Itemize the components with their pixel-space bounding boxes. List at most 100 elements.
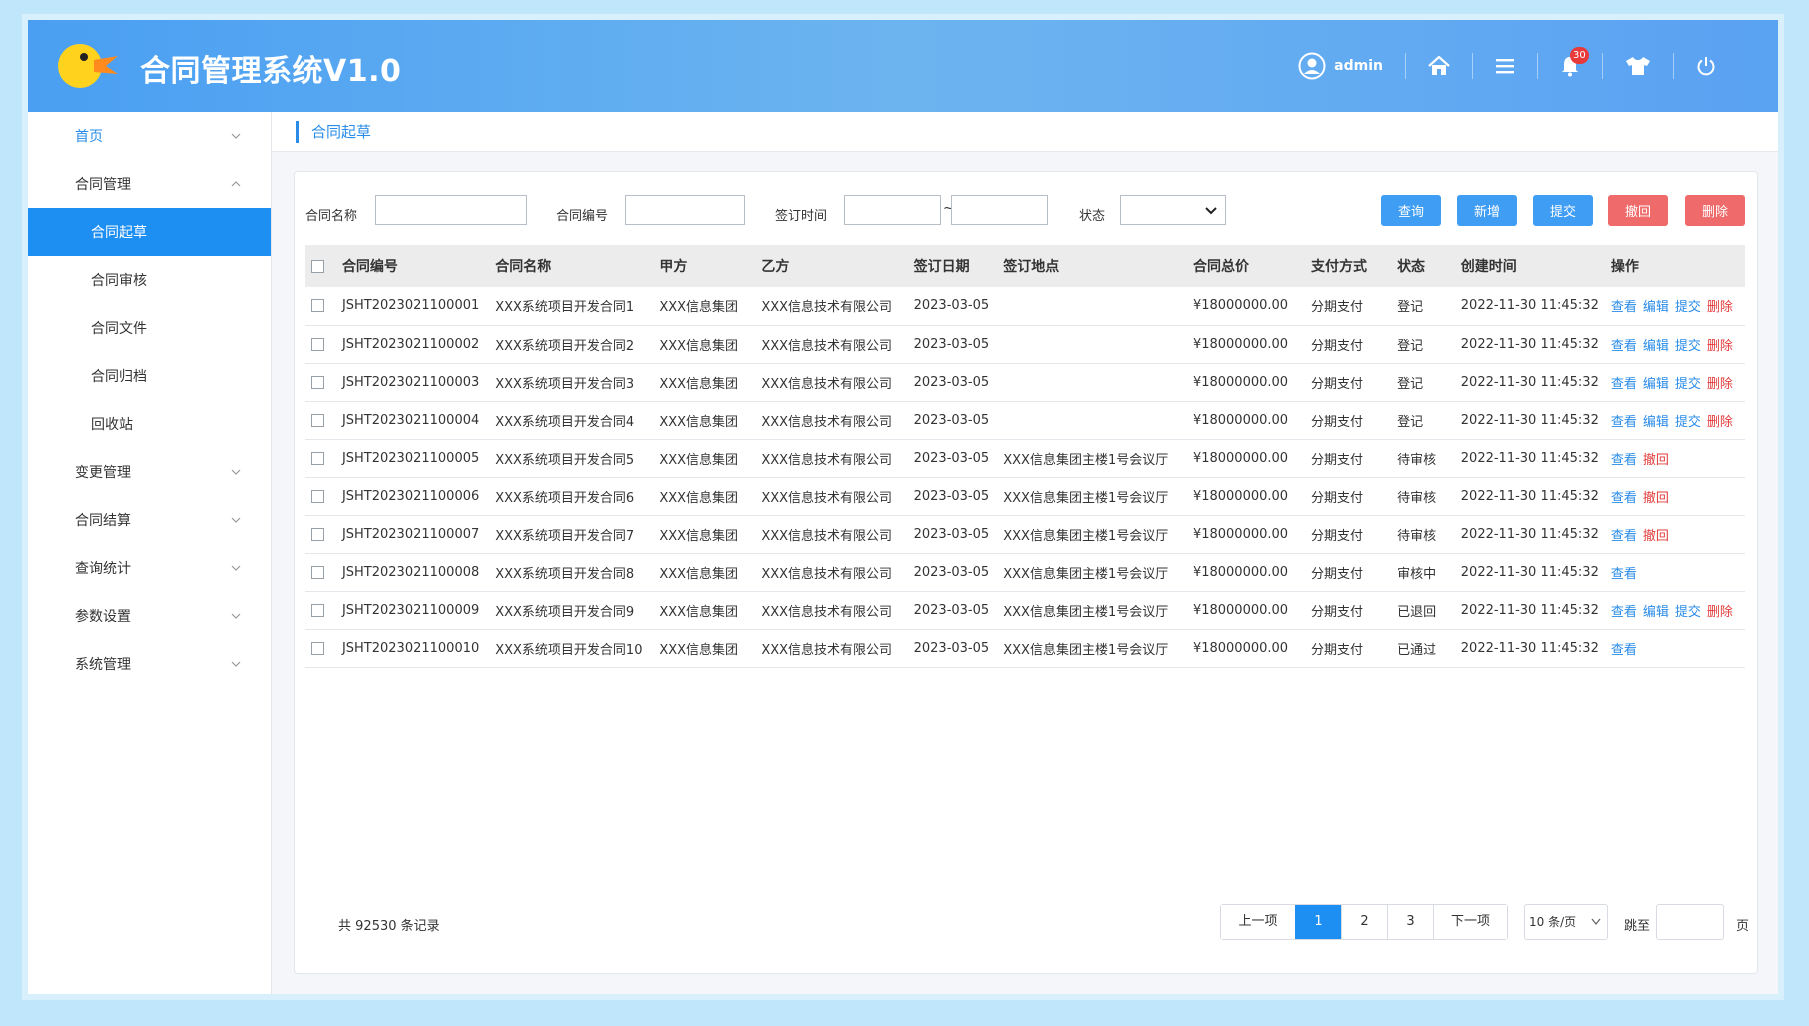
next-page-button[interactable]: 下一项 xyxy=(1433,905,1507,939)
row-revoke-link[interactable]: 撤回 xyxy=(1643,453,1669,468)
revoke-button[interactable]: 撤回 xyxy=(1608,195,1668,226)
jump-page-input[interactable] xyxy=(1656,904,1724,940)
sidebar-item-contract-archive[interactable]: 合同归档 xyxy=(28,352,271,400)
sidebar-item-home[interactable]: 首页 xyxy=(28,112,271,160)
table-row[interactable]: JSHT2023021100005 XXX系统项目开发合同5 XXX信息集团 XXX信… xyxy=(305,439,1745,478)
col-header-created[interactable]: 创建时间 xyxy=(1454,245,1605,287)
cell-created: 2022-11-30 11:45:32 xyxy=(1454,591,1605,630)
delete-button[interactable]: 删除 xyxy=(1685,195,1745,226)
logout-button[interactable] xyxy=(1673,53,1738,79)
col-header-code[interactable]: 合同编号 xyxy=(335,245,490,287)
table-row[interactable]: JSHT2023021100001 XXX系统项目开发合同1 XXX信息集团 XXX信… xyxy=(305,287,1745,326)
sidebar-item-system[interactable]: 系统管理 xyxy=(28,640,271,688)
table-row[interactable]: JSHT2023021100002 XXX系统项目开发合同2 XXX信息集团 XXX信… xyxy=(305,325,1745,364)
row-edit-link[interactable]: 编辑 xyxy=(1643,300,1669,315)
sidebar-item-contract-review[interactable]: 合同审核 xyxy=(28,256,271,304)
row-checkbox[interactable] xyxy=(311,299,324,313)
contract-code-input[interactable] xyxy=(625,195,745,225)
row-revoke-link[interactable]: 撤回 xyxy=(1643,491,1669,506)
cell-name: XXX系统项目开发合同3 xyxy=(489,363,654,402)
table-row[interactable]: JSHT2023021100004 XXX系统项目开发合同4 XXX信息集团 XXX信… xyxy=(305,401,1745,440)
page-button-1[interactable]: 1 xyxy=(1295,905,1341,939)
row-delete-link[interactable]: 删除 xyxy=(1707,415,1733,430)
query-button[interactable]: 查询 xyxy=(1381,195,1441,226)
row-checkbox[interactable] xyxy=(311,641,324,655)
sidebar-item-statistics[interactable]: 查询统计 xyxy=(28,544,271,592)
submit-button[interactable]: 提交 xyxy=(1533,195,1593,226)
row-checkbox[interactable] xyxy=(311,337,324,351)
row-view-link[interactable]: 查看 xyxy=(1611,377,1637,392)
row-view-link[interactable]: 查看 xyxy=(1611,491,1637,506)
home-button[interactable] xyxy=(1405,53,1472,79)
sign-date-start-input[interactable] xyxy=(844,195,941,225)
user-menu[interactable]: admin xyxy=(1298,52,1405,80)
row-checkbox[interactable] xyxy=(311,603,324,617)
notification-button[interactable]: 30 xyxy=(1537,47,1602,79)
cell-actions: 查看 编辑 提交 删除 xyxy=(1604,325,1745,364)
row-edit-link[interactable]: 编辑 xyxy=(1643,415,1669,430)
row-checkbox[interactable] xyxy=(311,413,324,427)
skin-button[interactable] xyxy=(1602,53,1673,79)
col-header-sign-place[interactable]: 签订地点 xyxy=(997,245,1187,287)
cell-price: ¥18000000.00 xyxy=(1186,287,1305,326)
sidebar-item-contract-files[interactable]: 合同文件 xyxy=(28,304,271,352)
row-revoke-link[interactable]: 撤回 xyxy=(1643,529,1669,544)
col-header-status[interactable]: 状态 xyxy=(1391,245,1455,287)
col-header-party-b[interactable]: 乙方 xyxy=(755,245,908,287)
breadcrumb-bar: 合同起草 xyxy=(272,112,1778,152)
row-submit-link[interactable]: 提交 xyxy=(1675,415,1701,430)
table-row[interactable]: JSHT2023021100007 XXX系统项目开发合同7 XXX信息集团 XXX信… xyxy=(305,515,1745,554)
row-view-link[interactable]: 查看 xyxy=(1611,300,1637,315)
row-delete-link[interactable]: 删除 xyxy=(1707,300,1733,315)
prev-page-button[interactable]: 上一项 xyxy=(1221,905,1295,939)
row-checkbox[interactable] xyxy=(311,489,324,503)
sidebar-item-parameters[interactable]: 参数设置 xyxy=(28,592,271,640)
sidebar-item-contract-draft[interactable]: 合同起草 xyxy=(28,208,271,256)
select-all-checkbox[interactable] xyxy=(311,259,324,273)
table-row[interactable]: JSHT2023021100010 XXX系统项目开发合同10 XXX信息集团 XXX… xyxy=(305,629,1745,668)
row-view-link[interactable]: 查看 xyxy=(1611,453,1637,468)
sidebar-item-recycle-bin[interactable]: 回收站 xyxy=(28,400,271,448)
row-view-link[interactable]: 查看 xyxy=(1611,339,1637,354)
table-row[interactable]: JSHT2023021100006 XXX系统项目开发合同6 XXX信息集团 XXX信… xyxy=(305,477,1745,516)
row-view-link[interactable]: 查看 xyxy=(1611,605,1637,620)
table-row[interactable]: JSHT2023021100008 XXX系统项目开发合同8 XXX信息集团 XXX信… xyxy=(305,553,1745,592)
sidebar: 首页 合同管理 合同起草 合同审核 合同文件 合同归档 回收站 变更管理 合同结… xyxy=(28,112,272,994)
page-button-2[interactable]: 2 xyxy=(1341,905,1387,939)
col-header-price[interactable]: 合同总价 xyxy=(1186,245,1305,287)
row-submit-link[interactable]: 提交 xyxy=(1675,377,1701,392)
row-view-link[interactable]: 查看 xyxy=(1611,643,1637,658)
sidebar-item-contract-management[interactable]: 合同管理 xyxy=(28,160,271,208)
row-edit-link[interactable]: 编辑 xyxy=(1643,339,1669,354)
row-edit-link[interactable]: 编辑 xyxy=(1643,605,1669,620)
row-checkbox[interactable] xyxy=(311,527,324,541)
table-row[interactable]: JSHT2023021100009 XXX系统项目开发合同9 XXX信息集团 XXX信… xyxy=(305,591,1745,630)
row-view-link[interactable]: 查看 xyxy=(1611,529,1637,544)
row-view-link[interactable]: 查看 xyxy=(1611,567,1637,582)
row-submit-link[interactable]: 提交 xyxy=(1675,339,1701,354)
menu-button[interactable] xyxy=(1472,53,1537,79)
row-submit-link[interactable]: 提交 xyxy=(1675,605,1701,620)
col-header-party-a[interactable]: 甲方 xyxy=(653,245,756,287)
row-delete-link[interactable]: 删除 xyxy=(1707,605,1733,620)
sidebar-item-change-management[interactable]: 变更管理 xyxy=(28,448,271,496)
col-header-payment[interactable]: 支付方式 xyxy=(1305,245,1392,287)
contract-name-input[interactable] xyxy=(375,195,527,225)
table-row[interactable]: JSHT2023021100003 XXX系统项目开发合同3 XXX信息集团 XXX信… xyxy=(305,363,1745,402)
add-button[interactable]: 新增 xyxy=(1457,195,1517,226)
row-checkbox[interactable] xyxy=(311,451,324,465)
sign-date-end-input[interactable] xyxy=(951,195,1048,225)
row-delete-link[interactable]: 删除 xyxy=(1707,377,1733,392)
page-button-3[interactable]: 3 xyxy=(1387,905,1433,939)
sidebar-item-settlement[interactable]: 合同结算 xyxy=(28,496,271,544)
row-checkbox[interactable] xyxy=(311,565,324,579)
status-select[interactable] xyxy=(1120,195,1226,225)
page-size-select[interactable]: 10 条/页 xyxy=(1524,904,1608,940)
col-header-name[interactable]: 合同名称 xyxy=(489,245,654,287)
row-checkbox[interactable] xyxy=(311,375,324,389)
row-edit-link[interactable]: 编辑 xyxy=(1643,377,1669,392)
row-submit-link[interactable]: 提交 xyxy=(1675,300,1701,315)
row-delete-link[interactable]: 删除 xyxy=(1707,339,1733,354)
col-header-sign-date[interactable]: 签订日期 xyxy=(907,245,998,287)
row-view-link[interactable]: 查看 xyxy=(1611,415,1637,430)
